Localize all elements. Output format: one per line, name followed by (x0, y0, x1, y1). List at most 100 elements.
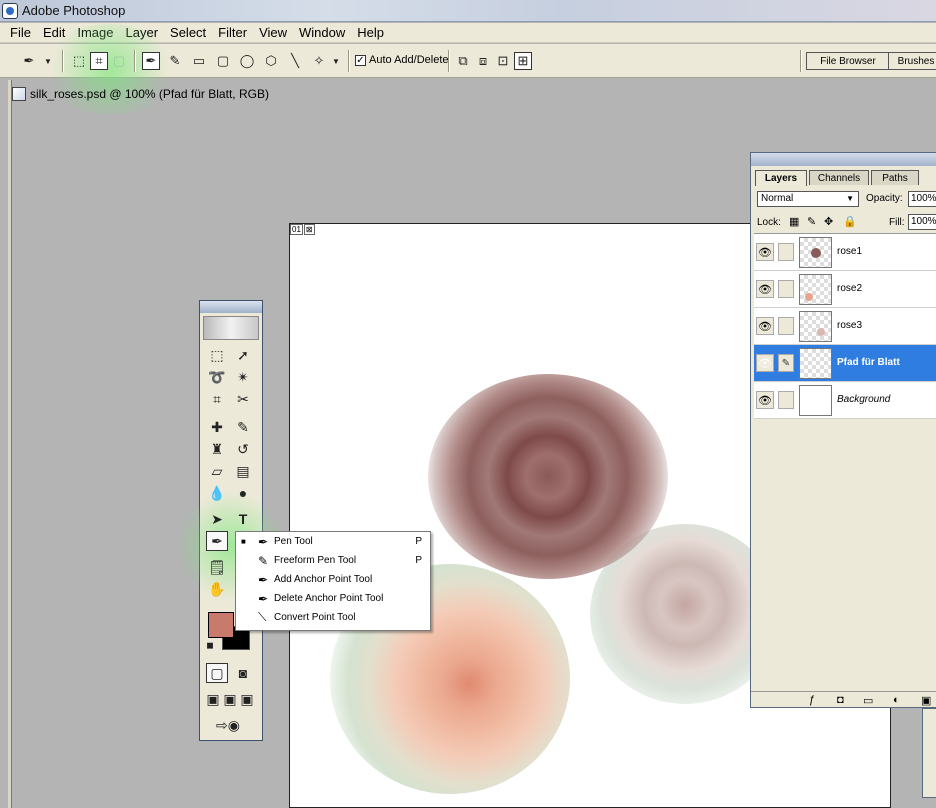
pen-tool-preset-icon[interactable]: ✒ (20, 52, 38, 70)
move-tool-icon[interactable]: ➚ (232, 345, 254, 365)
opacity-field[interactable]: 100% (908, 191, 936, 207)
quick-mask-icon[interactable]: ◙ (232, 663, 254, 683)
custom-shape-icon[interactable]: ✧ (310, 52, 328, 70)
blend-mode-select[interactable]: Normal ▼ (757, 191, 859, 207)
eye-icon[interactable]: 👁 (756, 391, 774, 409)
photoshop-feather-logo[interactable] (203, 316, 259, 340)
tab-layers[interactable]: Layers (755, 170, 807, 186)
intersect-path-areas-icon[interactable]: ⊡ (494, 52, 512, 70)
auto-add-delete-checkbox[interactable]: ✓ (355, 54, 366, 66)
layer-row-rose1[interactable]: 👁 rose1 (754, 234, 936, 271)
rounded-rectangle-icon[interactable]: ▢ (214, 52, 232, 70)
magic-wand-icon[interactable]: ✴ (232, 367, 254, 387)
new-layer-icon[interactable]: ▣ (921, 694, 931, 707)
crop-icon[interactable]: ⌗ (206, 389, 228, 409)
eye-icon[interactable]: 👁 (756, 280, 774, 298)
type-tool-icon[interactable]: T (232, 509, 254, 529)
flyout-item-label: Delete Anchor Point Tool (274, 593, 384, 604)
menu-help[interactable]: Help (351, 25, 390, 40)
toolbox-title-bar[interactable] (200, 301, 262, 313)
flyout-item-convert-point-tool[interactable]: ⟍ Convert Point Tool (236, 608, 430, 627)
eye-icon[interactable]: 👁 (756, 354, 774, 372)
adjustment-layer-icon[interactable]: ◐ (893, 694, 900, 706)
layer-row-rose2[interactable]: 👁 rose2 (754, 271, 936, 308)
default-colors-icon[interactable]: ◼ (204, 639, 216, 651)
link-slot[interactable] (778, 317, 794, 335)
notes-icon[interactable]: 🗒 (206, 557, 228, 577)
file-browser-tab[interactable]: File Browser (806, 52, 890, 70)
flyout-item-freeform-pen-tool[interactable]: ✎ Freeform Pen Tool P (236, 551, 430, 570)
lock-all-icon[interactable]: 🔒 (843, 215, 857, 228)
auto-add-delete-option[interactable]: ✓ Auto Add/Delete (355, 54, 449, 66)
foreground-color-swatch[interactable] (208, 612, 234, 638)
jump-to-imageready-icon[interactable]: ⇨◉ (206, 715, 250, 735)
menu-filter[interactable]: Filter (212, 25, 253, 40)
preset-dropdown-arrow-icon[interactable]: ▼ (42, 52, 54, 70)
eye-icon[interactable]: 👁 (756, 317, 774, 335)
path-selection-icon[interactable]: ➤ (206, 509, 228, 529)
rectangle-icon[interactable]: ▭ (190, 52, 208, 70)
layer-thumbnail (799, 311, 832, 342)
fill-field[interactable]: 100% (908, 214, 936, 230)
tab-paths[interactable]: Paths (871, 170, 919, 185)
fill-pixels-icon[interactable]: ▢ (110, 52, 128, 70)
menu-view[interactable]: View (253, 25, 293, 40)
lock-image-icon[interactable]: ✎ (807, 215, 816, 228)
polygon-icon[interactable]: ⬡ (262, 52, 280, 70)
layer-mask-icon[interactable]: ◘ (837, 694, 844, 706)
shape-layers-icon[interactable]: ⬚ (70, 52, 88, 70)
lasso-icon[interactable]: ➰ (206, 367, 228, 387)
brush-link-icon[interactable]: ✎ (778, 354, 794, 372)
link-slot[interactable] (778, 391, 794, 409)
hand-icon[interactable]: ✋ (206, 579, 228, 599)
history-brush-icon[interactable]: ↺ (232, 439, 254, 459)
paths-mode-icon[interactable]: ⌗ (90, 52, 108, 70)
freeform-pen-icon[interactable]: ✎ (166, 52, 184, 70)
layer-style-icon[interactable]: ƒ (809, 694, 815, 706)
layer-thumbnail (799, 385, 832, 416)
flyout-item-add-anchor-point-tool[interactable]: ✒ Add Anchor Point Tool (236, 570, 430, 589)
rectangular-marquee-icon[interactable]: ⬚ (206, 345, 228, 365)
link-slot[interactable] (778, 243, 794, 261)
lock-position-icon[interactable]: ✥ (824, 215, 833, 228)
ellipse-icon[interactable]: ◯ (238, 52, 256, 70)
clone-stamp-icon[interactable]: ♜ (206, 439, 228, 459)
slice-icon[interactable]: ✂ (232, 389, 254, 409)
standard-mode-icon[interactable]: ▢ (206, 663, 228, 683)
zoom-badge[interactable]: 01 (290, 224, 303, 235)
layer-row-background[interactable]: 👁 Background (754, 382, 936, 419)
eye-icon[interactable]: 👁 (756, 243, 774, 261)
screen-mode-standard-icon[interactable]: ▣ (204, 689, 222, 709)
photoshop-app-icon[interactable] (2, 3, 18, 19)
lock-transparency-icon[interactable]: ▦ (789, 215, 799, 228)
flyout-item-delete-anchor-point-tool[interactable]: ✒ Delete Anchor Point Tool (236, 589, 430, 608)
new-group-icon[interactable]: ▭ (863, 694, 873, 707)
layers-panel-title-bar[interactable] (751, 153, 936, 166)
rose-dark (428, 374, 668, 579)
tab-channels[interactable]: Channels (809, 170, 869, 185)
add-to-path-area-icon[interactable]: ⧉ (454, 52, 472, 70)
pen-tool-icon[interactable]: ✒ (142, 52, 160, 70)
opacity-label: Opacity: (866, 193, 903, 204)
screen-mode-full-menu-icon[interactable]: ▣ (221, 689, 239, 709)
brush-icon[interactable]: ✎ (232, 417, 254, 437)
layer-row-pfad-fur-blatt[interactable]: 👁 ✎ Pfad für Blatt (754, 345, 936, 382)
brushes-tab[interactable]: Brushes (888, 52, 936, 70)
layers-panel-footer: ƒ ◘ ▭ ◐ ▣ (751, 691, 936, 707)
gradient-icon[interactable]: ▤ (232, 461, 254, 481)
line-icon[interactable]: ╲ (286, 52, 304, 70)
layer-row-rose3[interactable]: 👁 rose3 (754, 308, 936, 345)
view-toggle-icon[interactable]: ⊠ (303, 224, 315, 235)
link-slot[interactable] (778, 280, 794, 298)
healing-brush-icon[interactable]: ✚ (206, 417, 228, 437)
menu-window[interactable]: Window (293, 25, 351, 40)
menu-select[interactable]: Select (164, 25, 212, 40)
subtract-from-path-area-icon[interactable]: ⧈ (474, 52, 492, 70)
shape-dropdown-arrow-icon[interactable]: ▼ (330, 52, 342, 70)
menu-file[interactable]: File (4, 25, 37, 40)
pen-tool-icon[interactable]: ✒ (206, 531, 228, 551)
flyout-item-pen-tool[interactable]: ■ ✒ Pen Tool P (236, 532, 430, 551)
screen-mode-full-icon[interactable]: ▣ (238, 689, 256, 709)
eraser-icon[interactable]: ▱ (206, 461, 228, 481)
exclude-overlapping-areas-icon[interactable]: ⊞ (514, 52, 532, 70)
